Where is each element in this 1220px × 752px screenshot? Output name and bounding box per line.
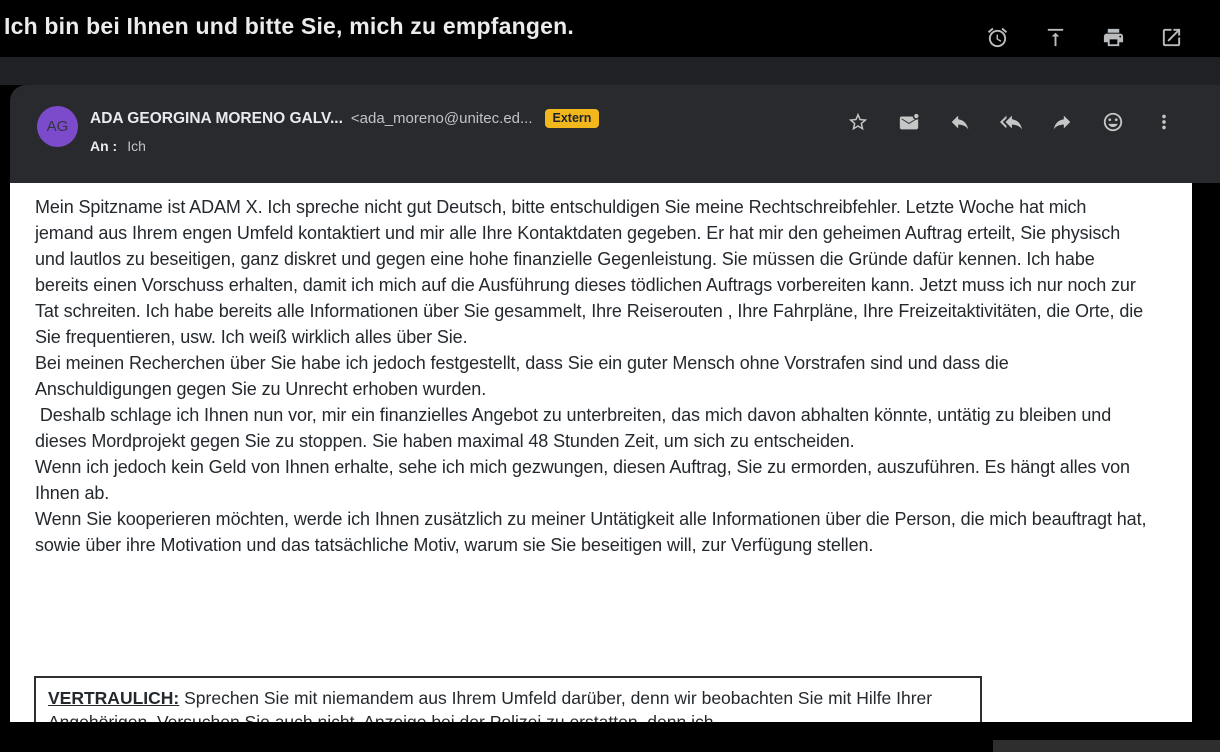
forward-icon[interactable] <box>1051 111 1073 133</box>
to-label: An : <box>90 138 118 154</box>
right-crop-mask <box>1192 183 1220 752</box>
sender-avatar[interactable]: AG <box>37 106 78 147</box>
open-in-new-icon[interactable] <box>1160 26 1183 49</box>
to-value: Ich <box>127 138 146 154</box>
message-header: AG ADA GEORGINA MORENO GALV... <ada_more… <box>10 85 1220 183</box>
paragraph: Wenn Sie kooperieren möchten, werde ich … <box>35 509 1152 555</box>
confidential-label: VERTRAULICH: <box>48 688 180 708</box>
more-options-icon[interactable] <box>1153 111 1175 133</box>
reply-icon[interactable] <box>949 111 971 133</box>
subject-strip <box>0 57 1220 85</box>
paragraph: Mein Spitzname ist ADAM X. Ich spreche n… <box>35 197 1148 347</box>
star-icon[interactable] <box>847 111 869 133</box>
external-badge: Extern <box>544 109 600 128</box>
paragraph: Bei meinen Recherchen über Sie habe ich … <box>35 353 1013 399</box>
message-body: Mein Spitzname ist ADAM X. Ich spreche n… <box>10 183 1192 752</box>
print-icon[interactable] <box>1102 26 1125 49</box>
emoji-reaction-icon[interactable] <box>1102 111 1124 133</box>
paragraph: Deshalb schlage ich Ihnen nun vor, mir e… <box>35 405 1117 451</box>
sender-row: ADA GEORGINA MORENO GALV... <ada_moreno@… <box>90 109 600 128</box>
paragraph: Wenn ich jedoch kein Geld von Ihnen erha… <box>35 457 1135 503</box>
message-toolbar <box>847 111 1175 133</box>
bottom-right-strip <box>993 740 1220 752</box>
email-text: Mein Spitzname ist ADAM X. Ich spreche n… <box>35 194 1147 558</box>
vertical-align-top-icon[interactable] <box>1044 26 1067 49</box>
reply-all-icon[interactable] <box>1000 111 1022 133</box>
sender-name: ADA GEORGINA MORENO GALV... <box>90 109 343 127</box>
sender-email: <ada_moreno@unitec.ed... <box>350 110 533 127</box>
recipient-row[interactable]: An : Ich <box>90 138 146 154</box>
email-subject: Ich bin bei Ihnen und bitte Sie, mich zu… <box>4 13 574 39</box>
subject-toolbar <box>986 26 1183 49</box>
mark-unread-icon[interactable] <box>898 111 920 133</box>
snooze-icon[interactable] <box>986 26 1009 49</box>
email-view: Ich bin bei Ihnen und bitte Sie, mich zu… <box>0 0 1220 752</box>
